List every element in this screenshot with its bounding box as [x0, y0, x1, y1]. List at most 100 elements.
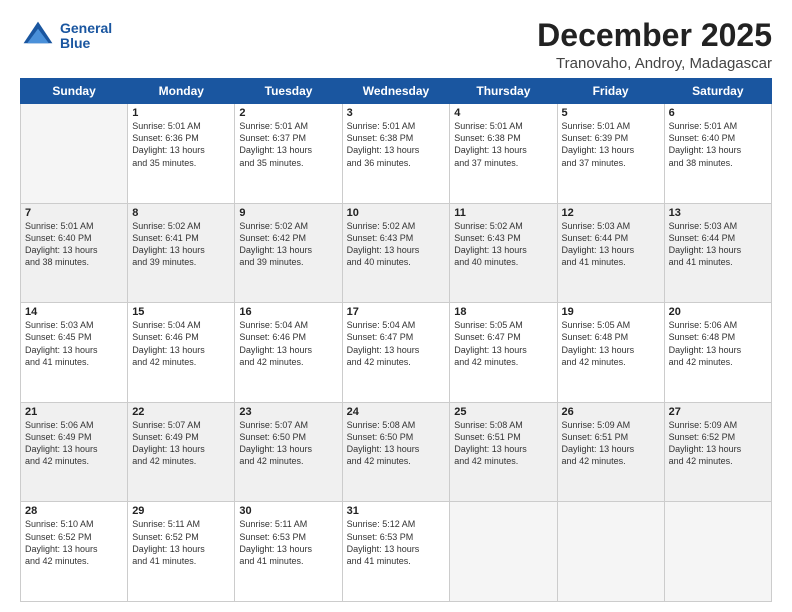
calendar-cell: 8Sunrise: 5:02 AMSunset: 6:41 PMDaylight… [128, 203, 235, 303]
day-info: Sunrise: 5:06 AMSunset: 6:48 PMDaylight:… [669, 319, 767, 368]
day-info: Sunrise: 5:04 AMSunset: 6:46 PMDaylight:… [132, 319, 230, 368]
day-info: Sunrise: 5:01 AMSunset: 6:40 PMDaylight:… [669, 120, 767, 169]
day-info: Sunrise: 5:05 AMSunset: 6:47 PMDaylight:… [454, 319, 552, 368]
day-number: 4 [454, 107, 552, 119]
day-number: 24 [347, 406, 446, 418]
day-info: Sunrise: 5:04 AMSunset: 6:46 PMDaylight:… [239, 319, 337, 368]
day-number: 15 [132, 306, 230, 318]
day-info: Sunrise: 5:11 AMSunset: 6:53 PMDaylight:… [239, 518, 337, 567]
day-number: 22 [132, 406, 230, 418]
day-info: Sunrise: 5:04 AMSunset: 6:47 PMDaylight:… [347, 319, 446, 368]
calendar-cell: 2Sunrise: 5:01 AMSunset: 6:37 PMDaylight… [235, 104, 342, 204]
day-info: Sunrise: 5:07 AMSunset: 6:50 PMDaylight:… [239, 419, 337, 468]
day-number: 30 [239, 505, 337, 517]
day-number: 14 [25, 306, 123, 318]
day-info: Sunrise: 5:09 AMSunset: 6:52 PMDaylight:… [669, 419, 767, 468]
day-info: Sunrise: 5:01 AMSunset: 6:40 PMDaylight:… [25, 220, 123, 269]
day-number: 8 [132, 207, 230, 219]
calendar-cell: 17Sunrise: 5:04 AMSunset: 6:47 PMDayligh… [342, 303, 450, 403]
day-header-thursday: Thursday [450, 79, 557, 104]
day-info: Sunrise: 5:01 AMSunset: 6:38 PMDaylight:… [347, 120, 446, 169]
day-info: Sunrise: 5:05 AMSunset: 6:48 PMDaylight:… [562, 319, 660, 368]
day-header-tuesday: Tuesday [235, 79, 342, 104]
calendar-cell: 25Sunrise: 5:08 AMSunset: 6:51 PMDayligh… [450, 402, 557, 502]
day-info: Sunrise: 5:03 AMSunset: 6:45 PMDaylight:… [25, 319, 123, 368]
calendar-cell: 7Sunrise: 5:01 AMSunset: 6:40 PMDaylight… [21, 203, 128, 303]
calendar-cell: 1Sunrise: 5:01 AMSunset: 6:36 PMDaylight… [128, 104, 235, 204]
logo-text: General Blue [60, 21, 112, 52]
day-number: 6 [669, 107, 767, 119]
calendar-cell: 29Sunrise: 5:11 AMSunset: 6:52 PMDayligh… [128, 502, 235, 602]
day-number: 18 [454, 306, 552, 318]
day-info: Sunrise: 5:02 AMSunset: 6:42 PMDaylight:… [239, 220, 337, 269]
calendar-cell: 26Sunrise: 5:09 AMSunset: 6:51 PMDayligh… [557, 402, 664, 502]
calendar-cell: 27Sunrise: 5:09 AMSunset: 6:52 PMDayligh… [664, 402, 771, 502]
day-number: 17 [347, 306, 446, 318]
logo: General Blue [20, 18, 112, 54]
day-info: Sunrise: 5:08 AMSunset: 6:50 PMDaylight:… [347, 419, 446, 468]
calendar-week-3: 14Sunrise: 5:03 AMSunset: 6:45 PMDayligh… [21, 303, 772, 403]
calendar-cell: 9Sunrise: 5:02 AMSunset: 6:42 PMDaylight… [235, 203, 342, 303]
calendar-cell: 13Sunrise: 5:03 AMSunset: 6:44 PMDayligh… [664, 203, 771, 303]
calendar-cell: 14Sunrise: 5:03 AMSunset: 6:45 PMDayligh… [21, 303, 128, 403]
title-block: December 2025 Tranovaho, Androy, Madagas… [537, 18, 772, 72]
day-number: 29 [132, 505, 230, 517]
day-number: 9 [239, 207, 337, 219]
calendar-cell: 5Sunrise: 5:01 AMSunset: 6:39 PMDaylight… [557, 104, 664, 204]
calendar-cell [557, 502, 664, 602]
day-number: 19 [562, 306, 660, 318]
day-number: 28 [25, 505, 123, 517]
day-info: Sunrise: 5:03 AMSunset: 6:44 PMDaylight:… [669, 220, 767, 269]
calendar-cell: 16Sunrise: 5:04 AMSunset: 6:46 PMDayligh… [235, 303, 342, 403]
calendar-cell: 3Sunrise: 5:01 AMSunset: 6:38 PMDaylight… [342, 104, 450, 204]
calendar-cell: 22Sunrise: 5:07 AMSunset: 6:49 PMDayligh… [128, 402, 235, 502]
day-info: Sunrise: 5:08 AMSunset: 6:51 PMDaylight:… [454, 419, 552, 468]
day-header-saturday: Saturday [664, 79, 771, 104]
calendar-cell: 30Sunrise: 5:11 AMSunset: 6:53 PMDayligh… [235, 502, 342, 602]
day-number: 27 [669, 406, 767, 418]
day-info: Sunrise: 5:06 AMSunset: 6:49 PMDaylight:… [25, 419, 123, 468]
day-number: 26 [562, 406, 660, 418]
day-number: 20 [669, 306, 767, 318]
calendar-cell: 4Sunrise: 5:01 AMSunset: 6:38 PMDaylight… [450, 104, 557, 204]
calendar-cell: 21Sunrise: 5:06 AMSunset: 6:49 PMDayligh… [21, 402, 128, 502]
calendar-cell: 15Sunrise: 5:04 AMSunset: 6:46 PMDayligh… [128, 303, 235, 403]
calendar-week-1: 1Sunrise: 5:01 AMSunset: 6:36 PMDaylight… [21, 104, 772, 204]
page: General Blue December 2025 Tranovaho, An… [0, 0, 792, 612]
day-number: 16 [239, 306, 337, 318]
month-title: December 2025 [537, 18, 772, 53]
day-number: 11 [454, 207, 552, 219]
day-header-wednesday: Wednesday [342, 79, 450, 104]
day-number: 31 [347, 505, 446, 517]
day-number: 21 [25, 406, 123, 418]
calendar-cell: 18Sunrise: 5:05 AMSunset: 6:47 PMDayligh… [450, 303, 557, 403]
day-info: Sunrise: 5:09 AMSunset: 6:51 PMDaylight:… [562, 419, 660, 468]
logo-icon [20, 18, 56, 54]
calendar-week-5: 28Sunrise: 5:10 AMSunset: 6:52 PMDayligh… [21, 502, 772, 602]
calendar-cell [450, 502, 557, 602]
day-header-monday: Monday [128, 79, 235, 104]
header: General Blue December 2025 Tranovaho, An… [20, 18, 772, 72]
location-title: Tranovaho, Androy, Madagascar [537, 55, 772, 72]
day-info: Sunrise: 5:12 AMSunset: 6:53 PMDaylight:… [347, 518, 446, 567]
day-number: 1 [132, 107, 230, 119]
day-info: Sunrise: 5:02 AMSunset: 6:43 PMDaylight:… [454, 220, 552, 269]
calendar-cell: 28Sunrise: 5:10 AMSunset: 6:52 PMDayligh… [21, 502, 128, 602]
day-number: 23 [239, 406, 337, 418]
day-number: 2 [239, 107, 337, 119]
calendar-cell [21, 104, 128, 204]
day-number: 7 [25, 207, 123, 219]
day-info: Sunrise: 5:01 AMSunset: 6:39 PMDaylight:… [562, 120, 660, 169]
day-number: 3 [347, 107, 446, 119]
calendar-cell [664, 502, 771, 602]
calendar-cell: 31Sunrise: 5:12 AMSunset: 6:53 PMDayligh… [342, 502, 450, 602]
day-info: Sunrise: 5:01 AMSunset: 6:37 PMDaylight:… [239, 120, 337, 169]
calendar-header-row: SundayMondayTuesdayWednesdayThursdayFrid… [21, 79, 772, 104]
day-info: Sunrise: 5:01 AMSunset: 6:36 PMDaylight:… [132, 120, 230, 169]
calendar-cell: 19Sunrise: 5:05 AMSunset: 6:48 PMDayligh… [557, 303, 664, 403]
logo-line2: Blue [60, 36, 112, 51]
day-number: 10 [347, 207, 446, 219]
calendar-cell: 6Sunrise: 5:01 AMSunset: 6:40 PMDaylight… [664, 104, 771, 204]
day-number: 25 [454, 406, 552, 418]
day-info: Sunrise: 5:01 AMSunset: 6:38 PMDaylight:… [454, 120, 552, 169]
